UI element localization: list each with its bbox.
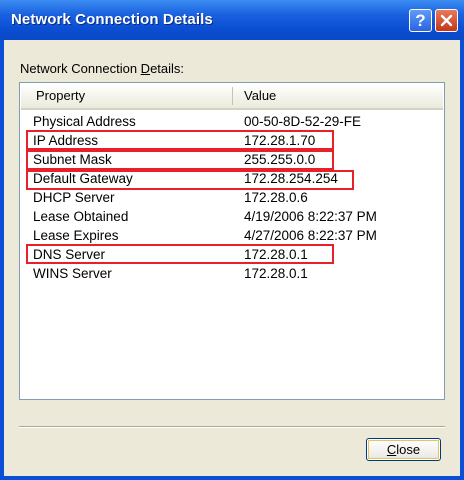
highlight-box-dns-server <box>26 244 334 264</box>
table-row[interactable]: Lease Obtained 4/19/2006 8:22:37 PM <box>20 207 444 226</box>
value-cell: 172.28.0.6 <box>244 190 308 205</box>
highlight-box-default-gateway <box>26 170 354 190</box>
value-cell: 172.28.0.1 <box>244 266 308 281</box>
close-button-label: lose <box>396 442 421 457</box>
list-header: Property Value <box>21 84 443 110</box>
highlight-box-ip-address <box>26 130 334 150</box>
value-cell: 4/19/2006 8:22:37 PM <box>244 209 377 224</box>
details-label-accelerator: D <box>140 61 151 76</box>
window-title: Network Connection Details <box>11 11 213 28</box>
separator-line <box>19 426 445 428</box>
question-mark-icon: ? <box>415 11 426 30</box>
table-row[interactable]: Physical Address 00-50-8D-52-29-FE <box>20 112 444 131</box>
window-frame-right <box>460 40 464 480</box>
property-cell: Lease Obtained <box>33 209 129 224</box>
title-bar[interactable]: Network Connection Details ? <box>0 0 464 40</box>
column-header-value[interactable]: Value <box>233 84 443 108</box>
dialog-window: Network Connection Details ? Network Con… <box>0 0 464 480</box>
value-cell: 4/27/2006 8:22:37 PM <box>244 228 377 243</box>
details-label-text-start: Network Connection <box>20 61 141 76</box>
window-frame-bottom <box>0 476 464 480</box>
property-cell: DHCP Server <box>33 190 115 205</box>
close-button-accelerator: C <box>386 442 397 457</box>
details-list-view[interactable]: Property Value Physical Address 00-50-8D… <box>19 82 445 400</box>
table-row[interactable]: WINS Server 172.28.0.1 <box>20 264 444 283</box>
property-cell: Physical Address <box>33 114 136 129</box>
close-x-icon <box>440 14 453 27</box>
table-row[interactable]: Lease Expires 4/27/2006 8:22:37 PM <box>20 226 444 245</box>
details-label-text-end: etails: <box>150 61 185 76</box>
close-window-button[interactable] <box>435 9 458 32</box>
column-header-property[interactable]: Property <box>21 84 231 108</box>
details-group-label: Network Connection Details: <box>20 61 184 76</box>
close-button[interactable]: Close <box>366 438 441 461</box>
property-cell: Lease Expires <box>33 228 119 243</box>
highlight-box-subnet-mask <box>26 150 334 170</box>
table-row[interactable]: DHCP Server 172.28.0.6 <box>20 188 444 207</box>
property-cell: WINS Server <box>33 266 112 281</box>
help-button[interactable]: ? <box>409 9 432 32</box>
value-cell: 00-50-8D-52-29-FE <box>244 114 362 129</box>
